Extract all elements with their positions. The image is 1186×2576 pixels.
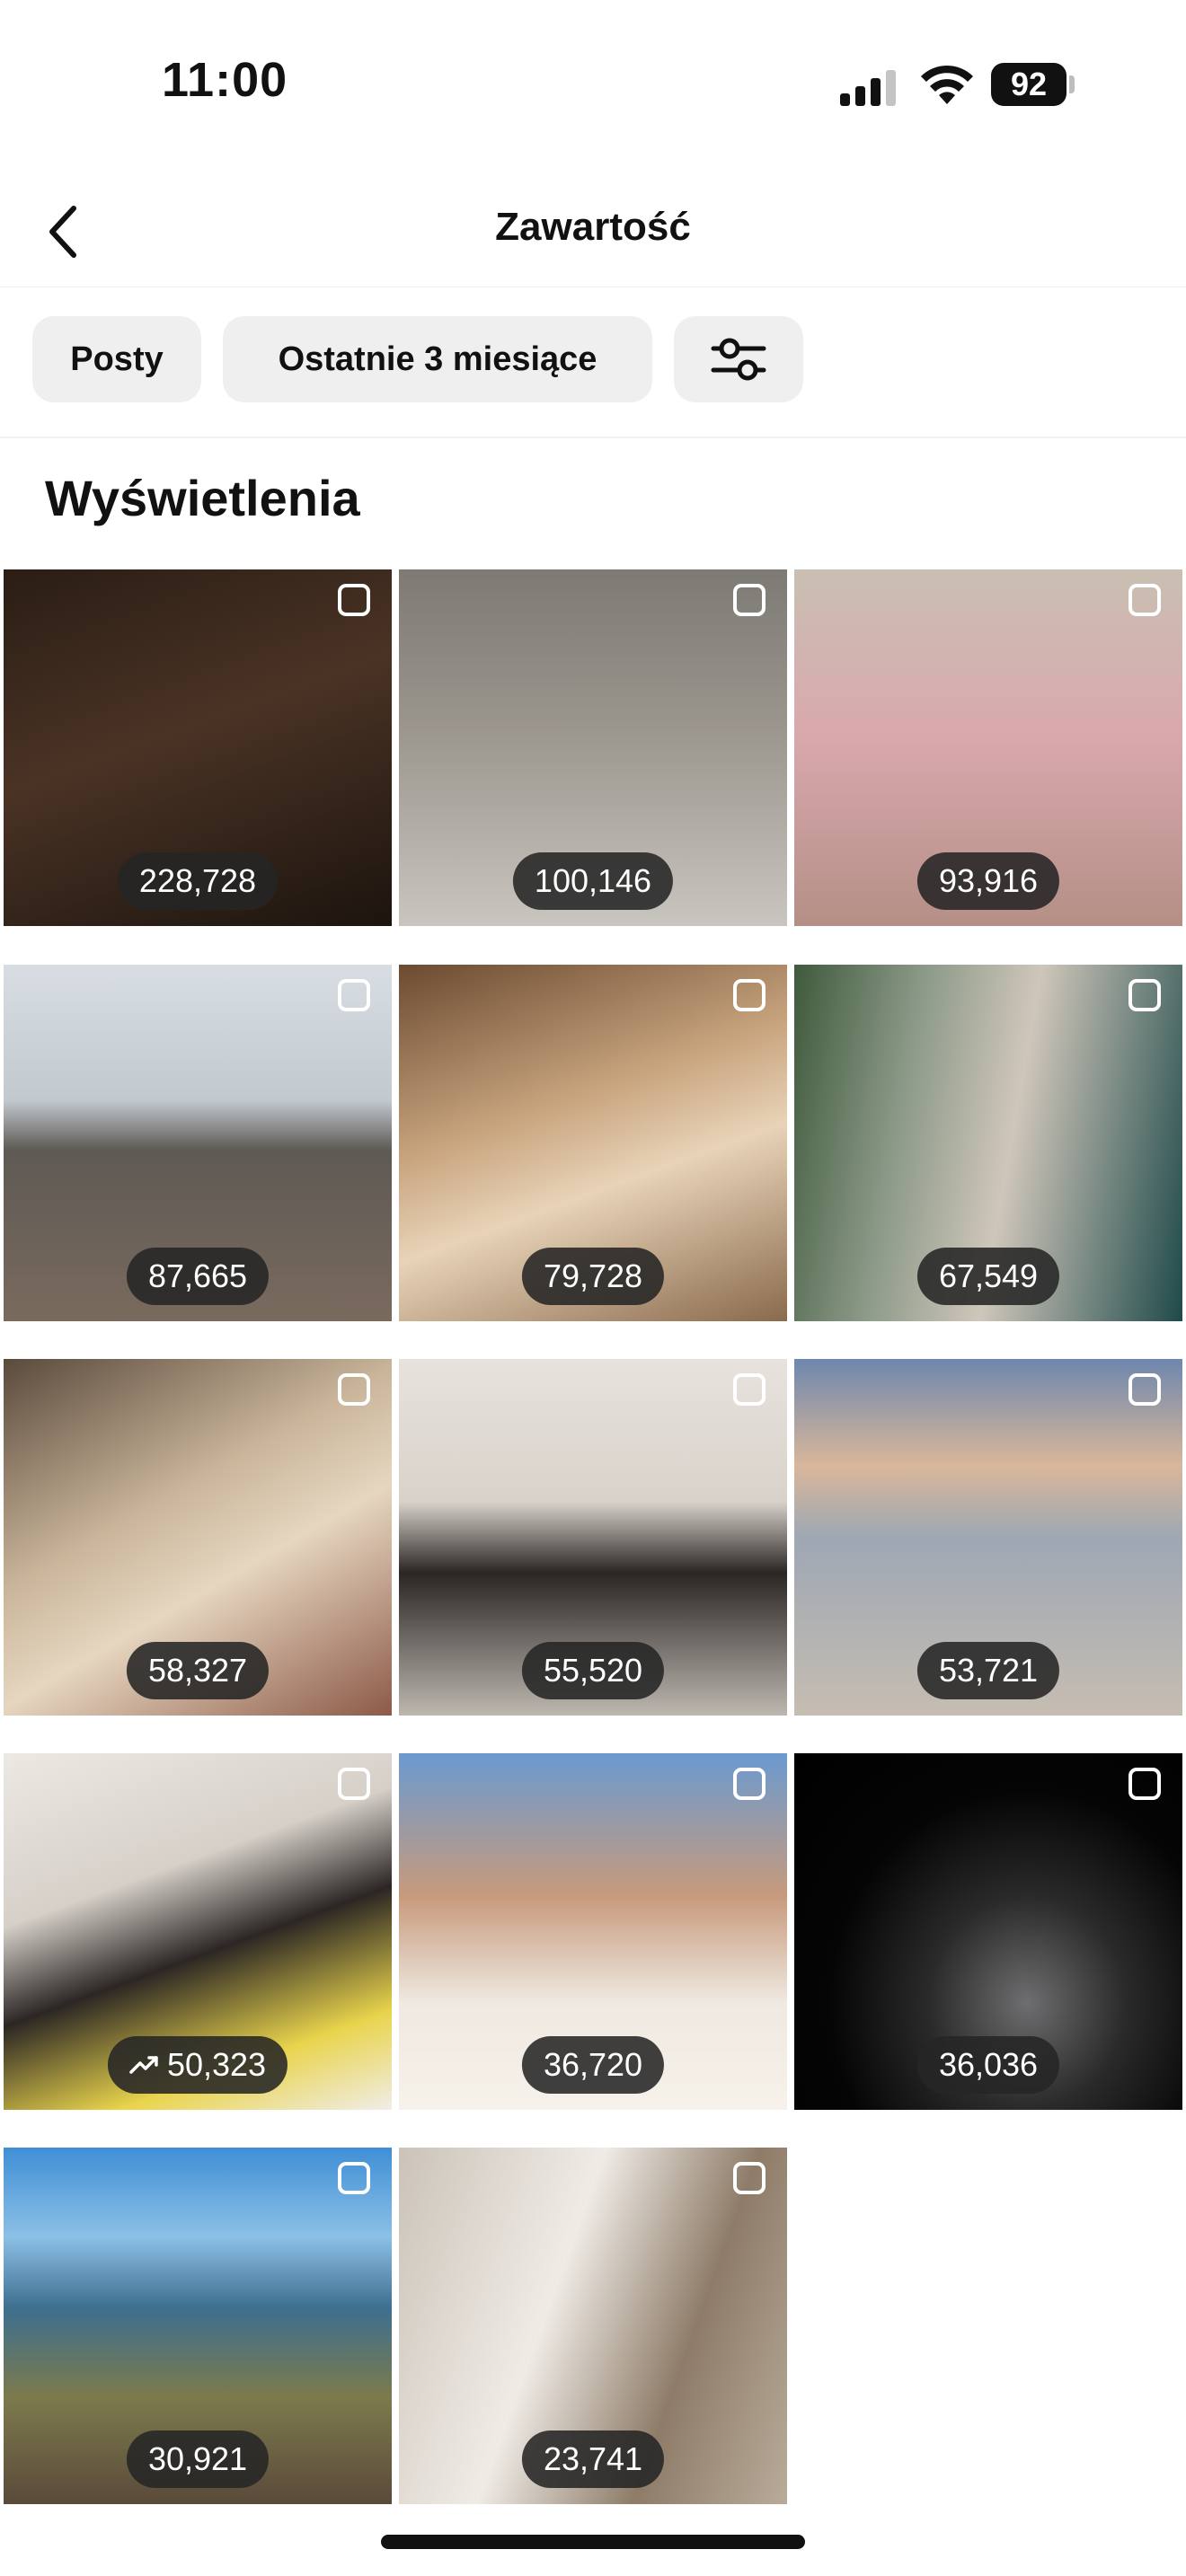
post-tile[interactable]: 53,721	[794, 1359, 1182, 1716]
posts-grid: 228,728 100,146 93,916 87,665 79,728 67,…	[0, 569, 1186, 2504]
battery-cap	[1069, 75, 1075, 93]
carousel-icon	[338, 1373, 370, 1406]
post-tile[interactable]: 67,549	[794, 965, 1182, 1321]
status-bar: 11:00 92	[0, 0, 1186, 171]
views-count: 67,549	[916, 1248, 1060, 1305]
views-count: 79,728	[521, 1248, 665, 1305]
filter-settings-button[interactable]	[674, 316, 803, 402]
section-title: Wyświetlenia	[45, 470, 360, 526]
views-value: 67,549	[938, 1257, 1039, 1294]
views-count: 58,327	[126, 1642, 270, 1699]
views-count: 53,721	[916, 1642, 1060, 1699]
battery-icon: 92	[991, 63, 1067, 106]
trending-up-icon	[129, 2056, 158, 2074]
carousel-icon	[1128, 1768, 1161, 1800]
signal-icon	[840, 70, 896, 106]
page-title: Zawartość	[495, 205, 691, 249]
views-count: 50,323	[107, 2036, 288, 2094]
carousel-icon	[733, 1373, 766, 1406]
post-tile[interactable]: 58,327	[4, 1359, 392, 1716]
post-tile[interactable]: 228,728	[4, 569, 392, 926]
views-count: 36,036	[916, 2036, 1060, 2094]
post-tile[interactable]: 36,720	[399, 1753, 787, 2110]
carousel-icon	[338, 979, 370, 1011]
views-value: 55,520	[543, 1652, 643, 1689]
views-value: 100,146	[534, 862, 652, 899]
carousel-icon	[733, 584, 766, 616]
views-count: 87,665	[126, 1248, 270, 1305]
nav-bar: Zawartość	[0, 171, 1186, 287]
views-value: 36,720	[543, 2046, 643, 2083]
views-value: 50,323	[166, 2046, 267, 2083]
post-tile[interactable]: 93,916	[794, 569, 1182, 926]
date-range-filter[interactable]: Ostatnie 3 miesiące	[223, 316, 652, 402]
home-indicator	[381, 2535, 805, 2549]
views-count: 23,741	[521, 2430, 665, 2488]
post-tile[interactable]: 87,665	[4, 965, 392, 1321]
content-type-filter[interactable]: Posty	[32, 316, 201, 402]
views-value: 53,721	[938, 1652, 1039, 1689]
views-value: 228,728	[138, 862, 257, 899]
views-count: 30,921	[126, 2430, 270, 2488]
views-value: 30,921	[147, 2440, 248, 2477]
post-tile[interactable]: 55,520	[399, 1359, 787, 1716]
views-count: 55,520	[521, 1642, 665, 1699]
carousel-icon	[1128, 584, 1161, 616]
post-tile[interactable]: 79,728	[399, 965, 787, 1321]
sliders-icon	[711, 338, 766, 381]
views-count: 93,916	[916, 852, 1060, 910]
post-tile[interactable]: 23,741	[399, 2148, 787, 2504]
views-value: 23,741	[543, 2440, 643, 2477]
views-value: 58,327	[147, 1652, 248, 1689]
filter-row: Posty Ostatnie 3 miesiące	[0, 316, 1186, 402]
status-time: 11:00	[162, 53, 288, 107]
carousel-icon	[733, 979, 766, 1011]
views-value: 87,665	[147, 1257, 248, 1294]
carousel-icon	[338, 2162, 370, 2194]
views-value: 93,916	[938, 862, 1039, 899]
post-tile[interactable]: 30,921	[4, 2148, 392, 2504]
views-count: 36,720	[521, 2036, 665, 2094]
post-tile[interactable]: 100,146	[399, 569, 787, 926]
carousel-icon	[733, 1768, 766, 1800]
carousel-icon	[1128, 1373, 1161, 1406]
content-insights-screen: 11:00 92 Zawartość Posty Ostatnie 3 mies…	[0, 0, 1186, 2576]
carousel-icon	[1128, 979, 1161, 1011]
post-tile[interactable]: 36,036	[794, 1753, 1182, 2110]
views-count: 100,146	[512, 852, 674, 910]
post-tile[interactable]: 50,323	[4, 1753, 392, 2110]
views-value: 36,036	[938, 2046, 1039, 2083]
views-value: 79,728	[543, 1257, 643, 1294]
carousel-icon	[338, 1768, 370, 1800]
views-count: 228,728	[117, 852, 279, 910]
wifi-icon	[921, 65, 973, 104]
carousel-icon	[338, 584, 370, 616]
carousel-icon	[733, 2162, 766, 2194]
divider	[0, 437, 1186, 438]
